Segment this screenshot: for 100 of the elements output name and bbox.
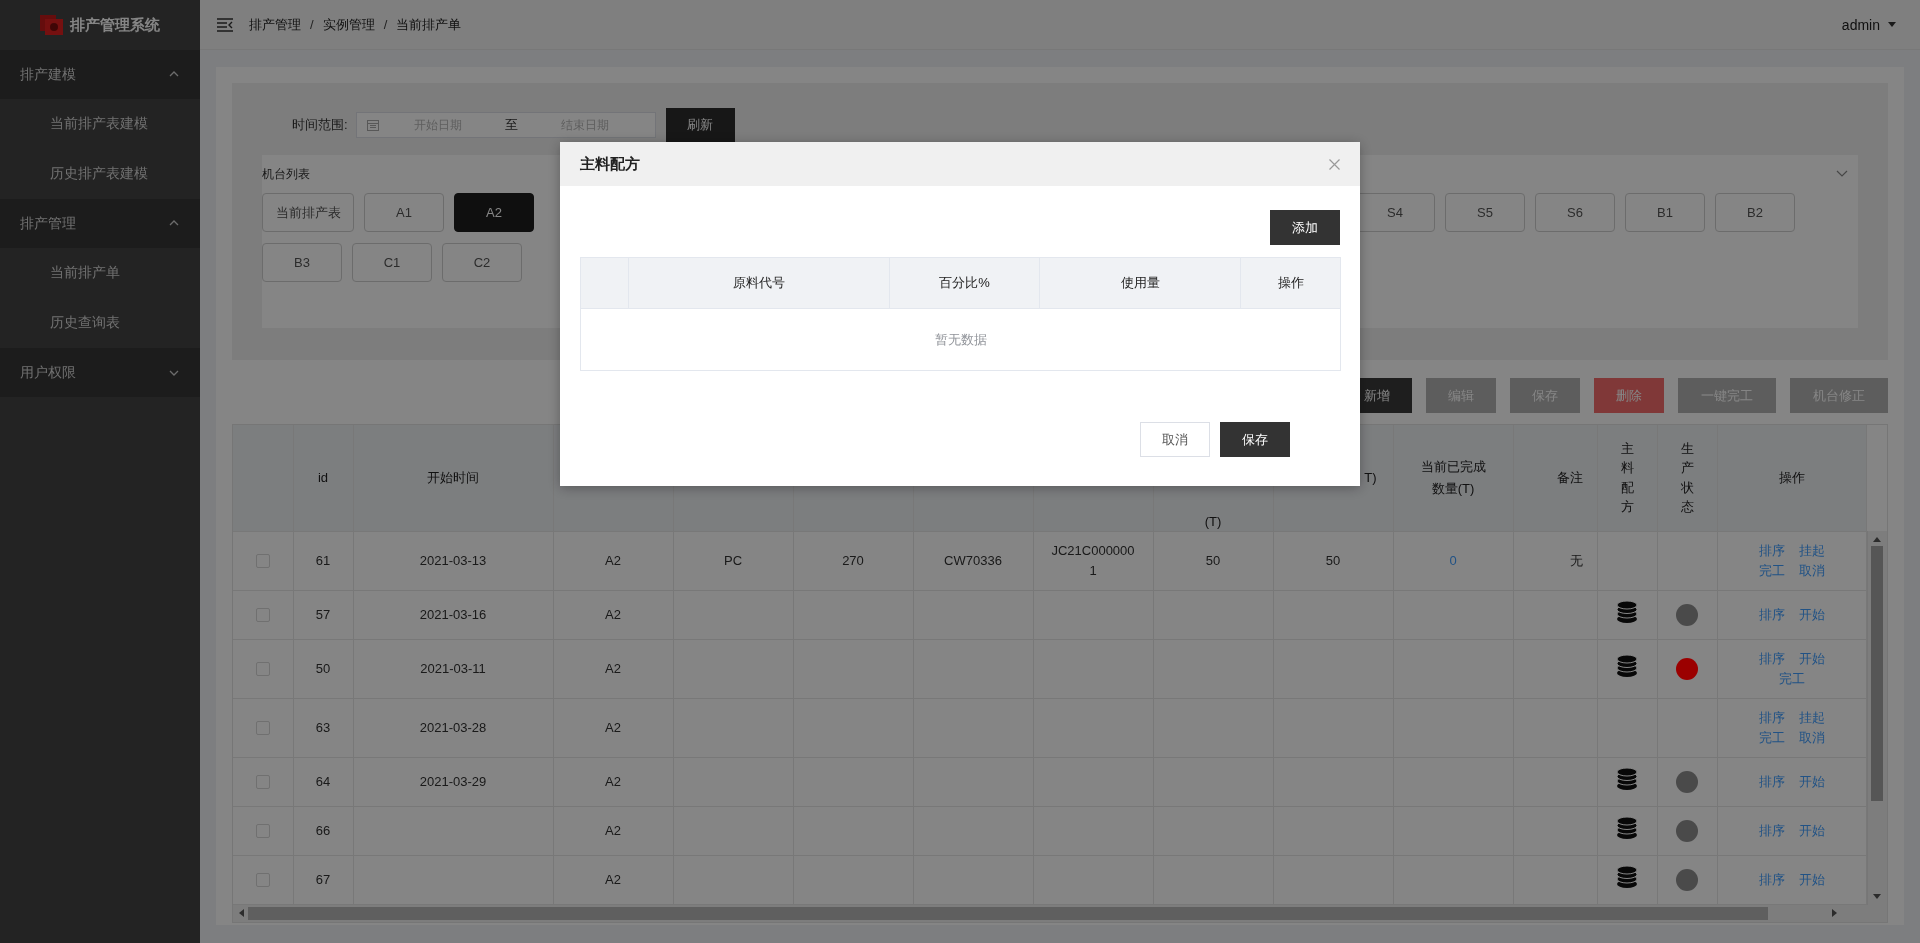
empty-message: 暂无数据 (934, 331, 987, 347)
table-cell: 无 (1569, 552, 1583, 568)
database-icon[interactable] (1616, 815, 1638, 840)
table-cell: 61 (315, 552, 331, 568)
action-link[interactable]: 取消 (1798, 727, 1825, 748)
action-link[interactable]: 排序 (1758, 604, 1785, 625)
table-cell: A2 (605, 660, 621, 676)
database-icon[interactable] (1616, 864, 1638, 889)
action-link[interactable]: 开始 (1798, 771, 1825, 792)
machine-button[interactable]: A2 (454, 193, 534, 232)
database-icon[interactable] (1616, 766, 1638, 791)
range-separator: 至 (504, 116, 520, 134)
machine-button[interactable]: A1 (364, 193, 444, 232)
machine-button[interactable]: 当前排产表 (262, 193, 354, 232)
column-header: 操作 (1277, 275, 1304, 290)
breadcrumb-item[interactable]: 实例管理 (322, 15, 375, 34)
machine-button[interactable]: B2 (1715, 193, 1795, 232)
close-icon[interactable] (1329, 158, 1340, 170)
table-cell: 64 (315, 773, 331, 789)
scroll-up-icon[interactable] (1873, 537, 1882, 542)
table-cell: CW70336 (944, 552, 1002, 568)
column-header: 操作 (1778, 469, 1805, 485)
refresh-button[interactable]: 刷新 (665, 108, 735, 142)
table-cell: A2 (605, 773, 621, 789)
sidebar-group[interactable]: 用户权限 (0, 348, 200, 397)
action-link[interactable]: 排序 (1758, 648, 1785, 669)
table-cell: 2021-03-29 (419, 773, 487, 789)
breadcrumb-item: 当前排产单 (396, 15, 462, 34)
column-header: 生产状态 (1680, 439, 1694, 517)
table-cell: 50 (315, 660, 331, 676)
column-header: 当前已完成数量(T) (1420, 458, 1486, 496)
database-icon[interactable] (1616, 599, 1638, 624)
vertical-scrollbar[interactable] (1866, 531, 1887, 905)
scroll-left-icon[interactable] (239, 909, 244, 917)
machine-button[interactable]: B1 (1625, 193, 1705, 232)
action-link[interactable]: 排序 (1758, 820, 1785, 841)
table-cell: 2021-03-11 (420, 660, 486, 676)
action-link[interactable]: 完工 (1778, 668, 1805, 689)
table-cell: 270 (842, 552, 864, 568)
machine-button[interactable]: S6 (1535, 193, 1615, 232)
machine-button[interactable]: C2 (442, 243, 522, 282)
table-cell: 67 (315, 871, 331, 887)
field-label: 时间范围: (292, 116, 348, 134)
table-cell: PC (723, 552, 743, 568)
breadcrumb-separator: / (310, 17, 314, 32)
table-cell: 66 (315, 822, 331, 838)
action-link[interactable]: 挂起 (1798, 540, 1825, 561)
column-header: 百分比% (939, 275, 990, 290)
action-link[interactable]: 开始 (1798, 869, 1825, 890)
action-link[interactable]: 取消 (1798, 560, 1825, 581)
action-link[interactable]: 开始 (1798, 604, 1825, 625)
column-header: (T) (1204, 513, 1222, 529)
table-cell: A2 (605, 822, 621, 838)
table-cell: 63 (315, 719, 331, 735)
sidebar-group[interactable]: 排产建模 (0, 50, 200, 99)
menu-icon[interactable] (217, 17, 233, 32)
cancel-button[interactable]: 取消 (1140, 422, 1210, 457)
table-cell: A2 (605, 552, 621, 568)
column-header: 原料代号 (733, 275, 785, 290)
action-link[interactable]: 排序 (1758, 869, 1785, 890)
table-cell: 2021-03-13 (419, 552, 487, 568)
machine-button[interactable]: C1 (352, 243, 432, 282)
action-link[interactable]: 排序 (1758, 540, 1785, 561)
action-link[interactable]: 完工 (1758, 727, 1785, 748)
table-cell: 2021-03-28 (419, 719, 487, 735)
column-header: T) (1364, 470, 1377, 486)
breadcrumb-item[interactable]: 排产管理 (249, 15, 301, 34)
logo-icon (40, 15, 64, 35)
table-cell: 50 (1205, 552, 1221, 568)
calendar-icon (366, 119, 379, 131)
action-link[interactable]: 排序 (1758, 771, 1785, 792)
app-title: 排产管理系统 (70, 15, 160, 35)
add-button[interactable]: 添加 (1270, 210, 1340, 245)
user-menu[interactable]: admin (1841, 16, 1896, 33)
table-cell: 57 (315, 606, 331, 622)
column-header: 开始时间 (427, 469, 479, 485)
action-link[interactable]: 完工 (1758, 560, 1785, 581)
table-cell: JC21C0000001 (1051, 542, 1135, 578)
scroll-right-icon[interactable] (1832, 909, 1837, 917)
table-cell: A2 (605, 719, 621, 735)
caret-icon (1888, 22, 1896, 27)
scroll-down-icon[interactable] (1873, 893, 1882, 899)
machine-button[interactable]: B3 (262, 243, 342, 282)
dialog-title: 主料配方 (580, 154, 640, 174)
chevron-icon[interactable] (1836, 170, 1848, 178)
machine-button[interactable]: S5 (1445, 193, 1525, 232)
breadcrumb-separator: / (383, 17, 388, 32)
column-header: id (317, 470, 329, 486)
action-link[interactable]: 挂起 (1798, 707, 1825, 728)
column-header: 备注 (1556, 469, 1583, 485)
table-cell: A2 (605, 606, 621, 622)
table-cell: A2 (605, 871, 621, 887)
sidebar-group[interactable]: 排产管理 (0, 199, 200, 248)
save-button[interactable]: 保存 (1220, 422, 1290, 457)
table-cell: 2021-03-16 (419, 606, 487, 622)
database-icon[interactable] (1616, 653, 1638, 678)
table-cell: 0 (1449, 552, 1457, 568)
action-link[interactable]: 开始 (1798, 820, 1825, 841)
action-link[interactable]: 开始 (1798, 648, 1825, 669)
action-link[interactable]: 排序 (1758, 707, 1785, 728)
